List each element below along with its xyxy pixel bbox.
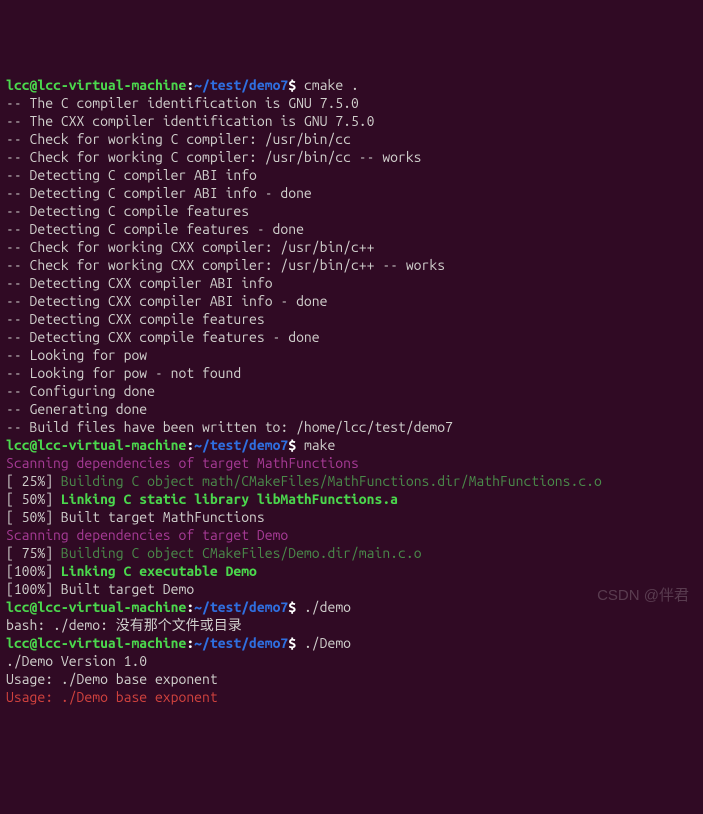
- make-scan: Scanning dependencies of target Demo: [6, 527, 288, 543]
- cmake-output-line: -- Detecting CXX compiler ABI info: [6, 275, 273, 291]
- terminal-line: -- Detecting C compile features: [6, 202, 697, 220]
- terminal-line: lcc@lcc-virtual-machine:~/test/demo7$ ma…: [6, 436, 697, 454]
- demo-output-line: Usage: ./Demo base exponent: [6, 671, 218, 687]
- make-scan: Scanning dependencies of target MathFunc…: [6, 455, 359, 471]
- cmake-output-line: -- Detecting C compile features: [6, 203, 249, 219]
- cmake-output-line: -- Detecting CXX compile features - done: [6, 329, 320, 345]
- terminal-line: -- Check for working C compiler: /usr/bi…: [6, 148, 697, 166]
- command-text: cmake .: [304, 77, 359, 93]
- cmake-output-line: -- Detecting CXX compiler ABI info - don…: [6, 293, 327, 309]
- terminal-line: -- Looking for pow: [6, 346, 697, 364]
- cmake-output-line: -- Generating done: [6, 401, 147, 417]
- cmake-output-line: -- Build files have been written to: /ho…: [6, 419, 453, 435]
- prompt-colon: :: [186, 77, 194, 93]
- terminal-line: -- The C compiler identification is GNU …: [6, 94, 697, 112]
- terminal-line: -- Detecting C compiler ABI info: [6, 166, 697, 184]
- terminal-line: [ 50%] Built target MathFunctions: [6, 508, 697, 526]
- terminal-line: Usage: ./Demo base exponent: [6, 670, 697, 688]
- cmake-output-line: -- Detecting CXX compile features: [6, 311, 265, 327]
- terminal-line: -- Check for working C compiler: /usr/bi…: [6, 130, 697, 148]
- make-pct: [ 50%]: [6, 491, 61, 507]
- terminal-line: -- Configuring done: [6, 382, 697, 400]
- prompt-dollar: $: [288, 635, 304, 651]
- terminal-output[interactable]: lcc@lcc-virtual-machine:~/test/demo7$ cm…: [6, 76, 697, 706]
- terminal-line: -- Generating done: [6, 400, 697, 418]
- terminal-line: -- Detecting C compiler ABI info - done: [6, 184, 697, 202]
- prompt-colon: :: [186, 635, 194, 651]
- cmake-output-line: -- The C compiler identification is GNU …: [6, 95, 359, 111]
- prompt-user-host: lcc@lcc-virtual-machine: [6, 599, 186, 615]
- prompt-path: ~/test/demo7: [194, 437, 288, 453]
- terminal-line: ./Demo Version 1.0: [6, 652, 697, 670]
- make-pct: [ 75%]: [6, 545, 61, 561]
- demo-output-line: ./Demo Version 1.0: [6, 653, 147, 669]
- make-link: Linking C executable Demo: [61, 563, 257, 579]
- make-build: Building C object CMakeFiles/Demo.dir/ma…: [61, 545, 422, 561]
- cmake-output-line: -- Check for working C compiler: /usr/bi…: [6, 131, 351, 147]
- cmake-output-line: -- Configuring done: [6, 383, 155, 399]
- terminal-line: [ 25%] Building C object math/CMakeFiles…: [6, 472, 697, 490]
- cmake-output-line: -- Detecting C compile features - done: [6, 221, 304, 237]
- cmake-output-line: -- The CXX compiler identification is GN…: [6, 113, 374, 129]
- terminal-line: -- Detecting CXX compile features - done: [6, 328, 697, 346]
- prompt-path: ~/test/demo7: [194, 599, 288, 615]
- command-text: ./Demo: [304, 635, 351, 651]
- cmake-output-line: -- Looking for pow: [6, 347, 147, 363]
- prompt-path: ~/test/demo7: [194, 635, 288, 651]
- terminal-line: lcc@lcc-virtual-machine:~/test/demo7$ ./…: [6, 634, 697, 652]
- terminal-line: [100%] Linking C executable Demo: [6, 562, 697, 580]
- terminal-line: -- Detecting CXX compiler ABI info - don…: [6, 292, 697, 310]
- make-link: Linking C static library libMathFunction…: [61, 491, 398, 507]
- cmake-output-line: -- Detecting C compiler ABI info: [6, 167, 257, 183]
- terminal-line: -- Detecting CXX compiler ABI info: [6, 274, 697, 292]
- demo-output-line: Usage: ./Demo base exponent: [6, 689, 218, 705]
- terminal-line: bash: ./demo: 没有那个文件或目录: [6, 616, 697, 634]
- prompt-dollar: $: [288, 77, 304, 93]
- prompt-dollar: $: [288, 437, 304, 453]
- cmake-output-line: -- Looking for pow - not found: [6, 365, 241, 381]
- prompt-user-host: lcc@lcc-virtual-machine: [6, 77, 186, 93]
- terminal-line: -- Build files have been written to: /ho…: [6, 418, 697, 436]
- make-build: Building C object math/CMakeFiles/MathFu…: [61, 473, 602, 489]
- terminal-line: [ 50%] Linking C static library libMathF…: [6, 490, 697, 508]
- cmake-output-line: -- Check for working CXX compiler: /usr/…: [6, 239, 374, 255]
- terminal-line: [ 75%] Building C object CMakeFiles/Demo…: [6, 544, 697, 562]
- terminal-line: lcc@lcc-virtual-machine:~/test/demo7$ cm…: [6, 76, 697, 94]
- terminal-line: Scanning dependencies of target Demo: [6, 526, 697, 544]
- prompt-dollar: $: [288, 599, 304, 615]
- make-pct: [100%]: [6, 563, 61, 579]
- cmake-output-line: -- Check for working C compiler: /usr/bi…: [6, 149, 422, 165]
- bash-error: bash: ./demo: 没有那个文件或目录: [6, 617, 242, 633]
- prompt-user-host: lcc@lcc-virtual-machine: [6, 635, 186, 651]
- prompt-colon: :: [186, 437, 194, 453]
- terminal-line: -- Check for working CXX compiler: /usr/…: [6, 256, 697, 274]
- prompt-path: ~/test/demo7: [194, 77, 288, 93]
- cmake-output-line: -- Check for working CXX compiler: /usr/…: [6, 257, 445, 273]
- prompt-user-host: lcc@lcc-virtual-machine: [6, 437, 186, 453]
- terminal-line: Usage: ./Demo base exponent: [6, 688, 697, 706]
- terminal-line: [100%] Built target Demo: [6, 580, 697, 598]
- terminal-line: -- Detecting C compile features - done: [6, 220, 697, 238]
- prompt-colon: :: [186, 599, 194, 615]
- make-pct: [ 25%]: [6, 473, 61, 489]
- terminal-line: Scanning dependencies of target MathFunc…: [6, 454, 697, 472]
- command-text: make: [304, 437, 335, 453]
- terminal-line: -- Looking for pow - not found: [6, 364, 697, 382]
- make-built: [ 50%] Built target MathFunctions: [6, 509, 265, 525]
- terminal-line: -- Check for working CXX compiler: /usr/…: [6, 238, 697, 256]
- terminal-line: -- Detecting CXX compile features: [6, 310, 697, 328]
- make-built: [100%] Built target Demo: [6, 581, 194, 597]
- cmake-output-line: -- Detecting C compiler ABI info - done: [6, 185, 312, 201]
- terminal-line: lcc@lcc-virtual-machine:~/test/demo7$ ./…: [6, 598, 697, 616]
- terminal-line: -- The CXX compiler identification is GN…: [6, 112, 697, 130]
- command-text: ./demo: [304, 599, 351, 615]
